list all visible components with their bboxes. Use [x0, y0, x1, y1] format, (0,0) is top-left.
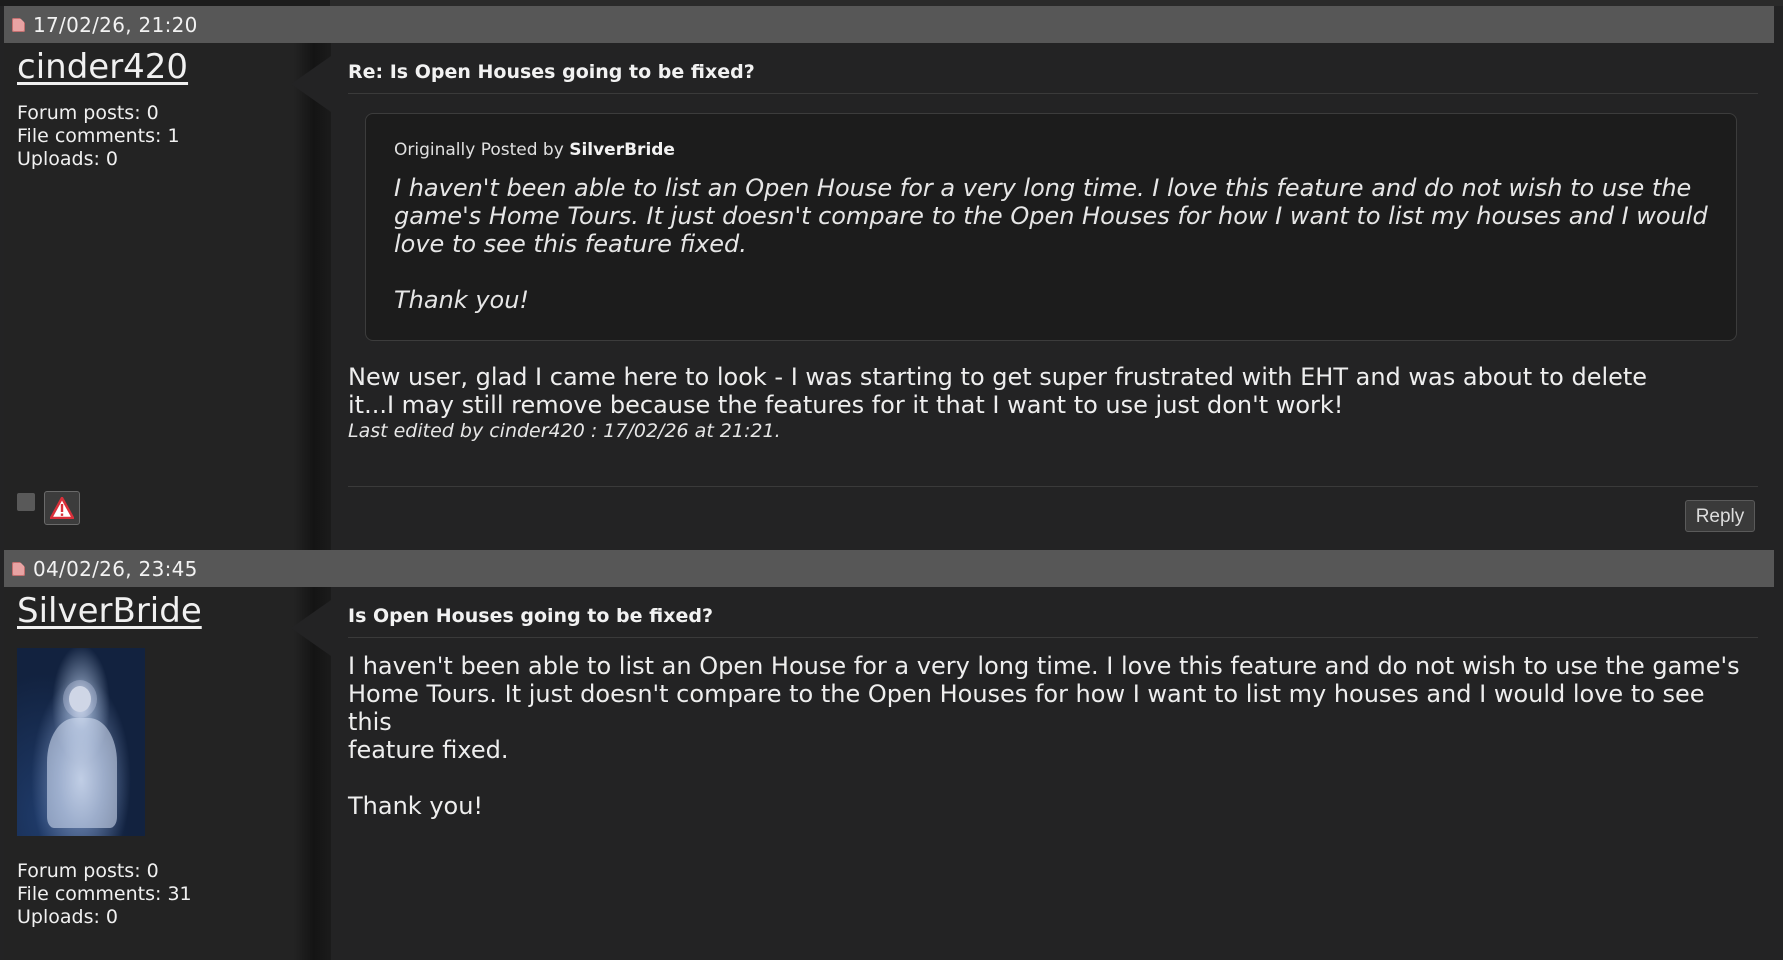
quote-line: love to see this feature fixed. — [394, 230, 747, 258]
post-content: Is Open Houses going to be fixed? I have… — [331, 587, 1771, 960]
post-header: 04/02/26, 23:45 — [4, 550, 1774, 587]
body-line: Thank you! — [348, 792, 484, 820]
file-comments-count: File comments: 1 — [17, 125, 180, 147]
post-title: Is Open Houses going to be fixed? — [348, 605, 713, 627]
title-divider — [348, 637, 1758, 638]
quote-attribution: Originally Posted by SilverBride — [394, 140, 675, 160]
post-body: I haven't been able to list an Open Hous… — [348, 652, 1748, 820]
post-author-panel: SilverBride Forum posts: 0 File comments… — [4, 587, 331, 960]
body-line: Home Tours. It just doesn't compare to t… — [348, 680, 1705, 736]
reply-button[interactable]: Reply — [1685, 500, 1755, 532]
post-icon — [12, 561, 25, 576]
author-stats: Forum posts: 0 File comments: 31 Uploads… — [17, 860, 192, 929]
title-divider — [348, 93, 1758, 94]
quote-author: SilverBride — [569, 140, 675, 160]
body-line: it...I may still remove because the feat… — [348, 391, 1344, 419]
file-comments-count: File comments: 31 — [17, 883, 192, 905]
post: cinder420 Forum posts: 0 File comments: … — [0, 6, 1783, 550]
forum-posts-count: Forum posts: 0 — [17, 102, 159, 124]
quote-prefix: Originally Posted by — [394, 140, 570, 160]
post-author-panel: cinder420 Forum posts: 0 File comments: … — [4, 43, 331, 550]
post-header: 17/02/26, 21:20 — [4, 6, 1774, 43]
author-username[interactable]: SilverBride — [17, 591, 202, 631]
author-stats: Forum posts: 0 File comments: 1 Uploads:… — [17, 102, 180, 171]
post-timestamp: 04/02/26, 23:45 — [33, 556, 198, 581]
post-content: Re: Is Open Houses going to be fixed? Or… — [331, 43, 1771, 550]
post-pointer — [291, 56, 331, 112]
edited-note: Last edited by cinder420 : 17/02/26 at 2… — [348, 420, 781, 442]
body-line: I haven't been able to list an Open Hous… — [348, 652, 1740, 680]
warning-icon — [50, 497, 74, 519]
post-timestamp: 17/02/26, 21:20 — [33, 12, 198, 37]
author-username[interactable]: cinder420 — [17, 47, 188, 87]
post: SilverBride Forum posts: 0 File comments… — [0, 550, 1783, 960]
quote-line: I haven't been able to list an Open Hous… — [394, 174, 1692, 202]
post-title: Re: Is Open Houses going to be fixed? — [348, 61, 755, 83]
author-avatar — [17, 648, 145, 836]
body-line: New user, glad I came here to look - I w… — [348, 363, 1648, 391]
quote-text: I haven't been able to list an Open Hous… — [394, 174, 1714, 314]
body-line: feature fixed. — [348, 736, 509, 764]
uploads-count: Uploads: 0 — [17, 148, 119, 170]
forum-thread: cinder420 Forum posts: 0 File comments: … — [0, 0, 1783, 960]
quote-block: Originally Posted by SilverBride I haven… — [365, 113, 1737, 341]
quote-line: game's Home Tours. It just doesn't compa… — [394, 202, 1708, 230]
forum-posts-count: Forum posts: 0 — [17, 860, 159, 882]
post-icon — [12, 17, 25, 32]
select-post-checkbox[interactable] — [17, 493, 35, 511]
post-pointer — [291, 600, 331, 656]
report-post-button[interactable] — [44, 491, 80, 525]
footer-divider — [348, 486, 1758, 487]
post-body: New user, glad I came here to look - I w… — [348, 363, 1748, 419]
uploads-count: Uploads: 0 — [17, 906, 119, 928]
quote-line: Thank you! — [394, 286, 530, 314]
